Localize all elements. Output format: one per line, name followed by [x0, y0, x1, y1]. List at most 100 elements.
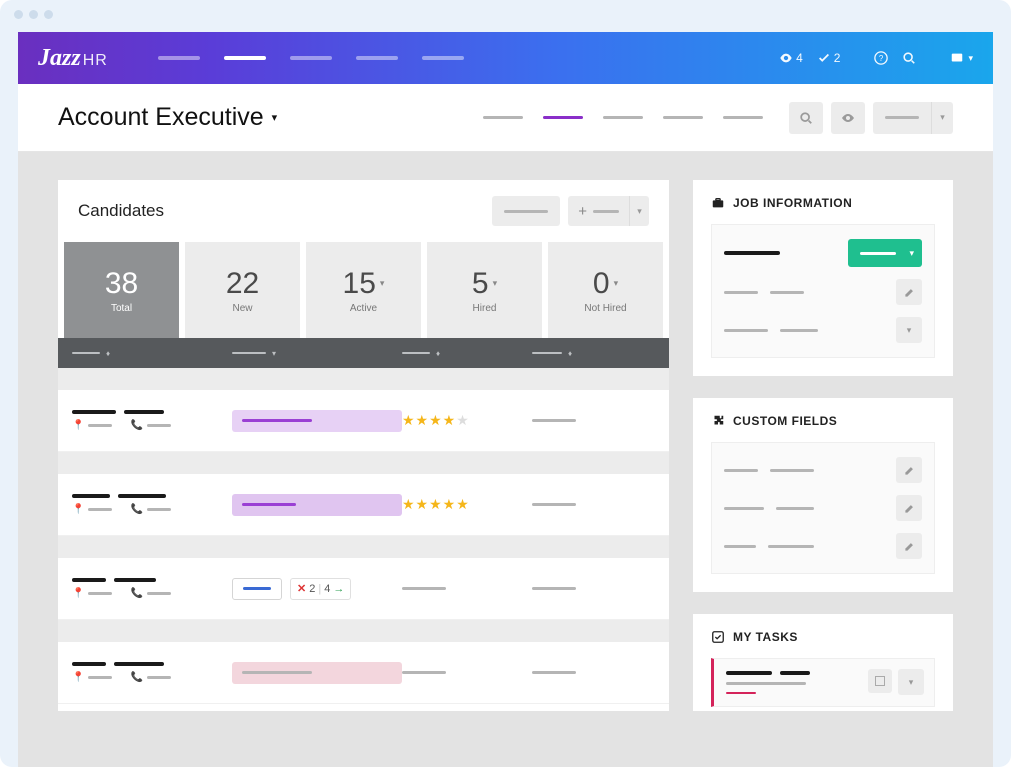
puzzle-icon	[711, 414, 725, 428]
nav-item-4[interactable]	[356, 56, 398, 60]
stage-pill[interactable]	[232, 578, 282, 600]
section-title: JOB INFORMATION	[733, 196, 852, 210]
search-job-button[interactable]	[789, 102, 823, 134]
my-tasks-section: MY TASKS ▾	[693, 614, 953, 711]
subheader-actions: ▾	[789, 102, 953, 134]
caret-down-icon: ▾	[907, 325, 912, 336]
browser-window-controls	[0, 0, 1011, 29]
candidates-title: Candidates	[78, 201, 164, 221]
page-title-dropdown[interactable]: Account Executive ▾	[58, 103, 277, 132]
phone-icon: 📞	[130, 588, 142, 599]
approvals-counter[interactable]: 2	[817, 51, 841, 65]
search-icon	[902, 51, 916, 65]
job-tabs	[483, 116, 763, 119]
stat-total[interactable]: 38 Total	[64, 242, 179, 338]
caret-down-icon: ▾	[614, 278, 619, 289]
apps-icon	[950, 51, 964, 65]
th-last[interactable]: ♦	[532, 349, 655, 358]
pencil-icon	[904, 541, 915, 552]
watch-job-button[interactable]	[831, 102, 865, 134]
views-counter[interactable]: 4	[779, 51, 803, 65]
nav-item-5[interactable]	[422, 56, 464, 60]
candidate-row[interactable]: 📍 📞 ★★★★★	[58, 474, 669, 536]
pin-icon: 📍	[72, 504, 84, 515]
nav-item-2[interactable]	[224, 56, 266, 60]
caret-down-icon: ▾	[968, 53, 973, 64]
edit-button[interactable]	[896, 495, 922, 521]
job-actions-split-button[interactable]: ▾	[873, 102, 953, 134]
caret-down-icon: ▾	[931, 102, 953, 134]
candidates-panel: Candidates + ▾ 38 Total	[58, 180, 669, 711]
job-tab-4[interactable]	[663, 116, 703, 119]
top-right-actions: 4 2 ? ▾	[779, 51, 973, 65]
logo[interactable]: Jazz HR	[38, 45, 108, 72]
th-stage[interactable]: ▾	[232, 349, 402, 358]
browser-frame: Jazz HR 4 2 ?	[0, 0, 1011, 767]
job-info-card: ▾	[711, 224, 935, 358]
stat-hired[interactable]: 5▾ Hired	[427, 242, 542, 338]
candidate-stats-row: 38 Total 22 New 15▾ Active 5▾ Hired	[58, 242, 669, 338]
job-tab-1[interactable]	[483, 116, 523, 119]
candidates-table-header: ♦ ▾ ♦ ♦	[58, 338, 669, 368]
th-rating[interactable]: ♦	[402, 349, 532, 358]
top-nav-bar: Jazz HR 4 2 ?	[18, 32, 993, 84]
candidate-row[interactable]: 📍 📞 ★★★★★	[58, 390, 669, 452]
caret-down-icon: ▾	[380, 278, 385, 289]
group-separator	[58, 620, 669, 642]
screening-score[interactable]: ✕2 | 4→	[290, 578, 351, 600]
help-button[interactable]: ?	[874, 51, 888, 65]
group-separator	[58, 536, 669, 558]
pencil-icon	[904, 503, 915, 514]
pin-icon: 📍	[72, 672, 84, 683]
search-button[interactable]	[902, 51, 916, 65]
nav-item-3[interactable]	[290, 56, 332, 60]
task-menu-button[interactable]: ▾	[898, 669, 924, 695]
stat-active[interactable]: 15▾ Active	[306, 242, 421, 338]
arrow-right-icon: →	[333, 583, 344, 595]
task-card[interactable]: ▾	[711, 658, 935, 707]
candidates-header: Candidates + ▾	[58, 180, 669, 242]
nav-item-1[interactable]	[158, 56, 200, 60]
caret-down-icon: ▾	[272, 111, 278, 124]
filter-button[interactable]	[492, 196, 560, 226]
pin-icon: 📍	[72, 420, 84, 431]
stat-not-hired[interactable]: 0▾ Not Hired	[548, 242, 663, 338]
sidebar: JOB INFORMATION	[693, 180, 953, 711]
edit-button[interactable]	[896, 279, 922, 305]
edit-button[interactable]	[896, 457, 922, 483]
phone-icon: 📞	[130, 420, 142, 431]
rating-stars: ★★★★★	[402, 412, 532, 429]
candidate-row[interactable]: 📍 📞 ✕2 | 4→	[58, 558, 669, 620]
job-tab-5[interactable]	[723, 116, 763, 119]
page-subheader: Account Executive ▾ ▾	[18, 84, 993, 152]
search-icon	[799, 111, 813, 125]
stat-new[interactable]: 22 New	[185, 242, 300, 338]
sort-icon: ♦	[436, 349, 438, 358]
candidate-row[interactable]: 📍 📞	[58, 642, 669, 704]
job-tab-2[interactable]	[543, 116, 583, 119]
edit-button[interactable]	[896, 533, 922, 559]
status-dropdown[interactable]	[848, 239, 922, 267]
svg-text:?: ?	[879, 54, 884, 63]
approvals-count: 2	[834, 51, 841, 65]
views-count: 4	[796, 51, 803, 65]
content-area: Candidates + ▾ 38 Total	[18, 152, 993, 711]
app-viewport: Jazz HR 4 2 ?	[18, 32, 993, 767]
th-name[interactable]: ♦	[72, 349, 232, 358]
custom-fields-card	[711, 442, 935, 574]
caret-down-icon: ▾	[629, 196, 649, 226]
job-tab-3[interactable]	[603, 116, 643, 119]
pin-icon: 📍	[72, 588, 84, 599]
eye-icon	[840, 110, 856, 126]
check-icon	[817, 51, 831, 65]
stage-pill[interactable]	[232, 662, 402, 684]
dropdown-button[interactable]: ▾	[896, 317, 922, 343]
add-candidate-split-button[interactable]: + ▾	[568, 196, 649, 226]
complete-task-checkbox[interactable]	[868, 669, 892, 693]
help-icon: ?	[874, 51, 888, 65]
user-menu[interactable]: ▾	[950, 51, 973, 65]
caret-down-icon: ▾	[272, 349, 274, 358]
stage-pill[interactable]	[232, 410, 402, 432]
rating-stars: ★★★★★	[402, 496, 532, 513]
stage-pill[interactable]	[232, 494, 402, 516]
